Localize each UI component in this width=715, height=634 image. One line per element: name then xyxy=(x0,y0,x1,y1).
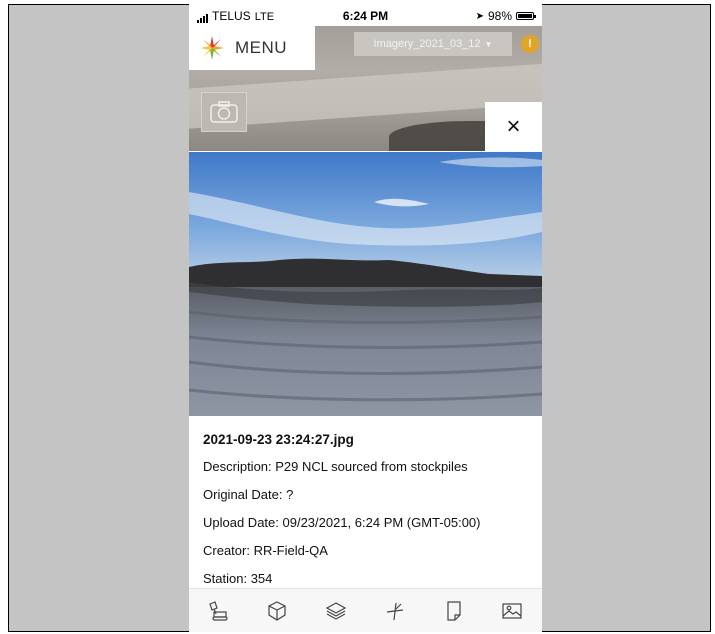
photo-details-panel: 2021-09-23 23:24:27.jpg Description: P29… xyxy=(189,416,542,588)
site-photo xyxy=(189,152,542,416)
toolbar-excavation-button[interactable] xyxy=(205,599,231,623)
battery-info: ➤ 98% xyxy=(475,9,536,23)
menu-button[interactable]: MENU xyxy=(189,26,315,70)
location-arrow-icon: ➤ xyxy=(475,10,484,22)
photo-original-date: Original Date: ? xyxy=(203,487,294,502)
status-bar: TELUS LTE 6:24 PM ➤ 98% xyxy=(189,4,542,26)
camera-icon xyxy=(210,101,238,123)
imagery-select-value: Imagery_2021_03_12 xyxy=(373,38,481,50)
close-button[interactable]: × xyxy=(485,102,542,151)
toolbar-images-button[interactable] xyxy=(499,599,525,623)
photo-description: Description: P29 NCL sourced from stockp… xyxy=(203,459,468,474)
toolbar-measure-button[interactable] xyxy=(382,599,408,623)
photo-station: Station: 354 xyxy=(203,571,273,586)
photo-upload-date: Upload Date: 09/23/2021, 6:24 PM (GMT-05… xyxy=(203,515,481,530)
map-view[interactable]: MENU Imagery_2021_03_12 ▼ ! × xyxy=(189,26,542,151)
chevron-down-icon: ▼ xyxy=(484,39,493,49)
excavator-icon xyxy=(209,601,228,621)
compass-star-logo xyxy=(200,36,224,60)
battery-icon xyxy=(516,12,536,20)
toolbar-layers-button[interactable] xyxy=(323,599,349,623)
battery-percent: 98% xyxy=(487,9,512,23)
phone-screen: TELUS LTE 6:24 PM ➤ 98% MENU Imagery_202… xyxy=(189,4,542,632)
measure-icon xyxy=(386,602,404,621)
bottom-toolbar xyxy=(189,588,542,632)
document-icon xyxy=(447,601,461,621)
layers-icon xyxy=(325,602,347,620)
alert-icon[interactable]: ! xyxy=(521,35,539,53)
toolbar-3d-button[interactable] xyxy=(264,599,290,623)
photo-filename: 2021-09-23 23:24:27.jpg xyxy=(203,432,354,447)
photo-creator: Creator: RR-Field-QA xyxy=(203,543,328,558)
menu-label: MENU xyxy=(235,38,288,57)
close-icon: × xyxy=(506,112,521,140)
cube-icon xyxy=(268,601,286,621)
imagery-dropdown[interactable]: Imagery_2021_03_12 ▼ xyxy=(354,32,512,56)
toolbar-document-button[interactable] xyxy=(441,599,467,623)
image-icon xyxy=(502,603,522,619)
camera-button[interactable] xyxy=(201,92,247,132)
